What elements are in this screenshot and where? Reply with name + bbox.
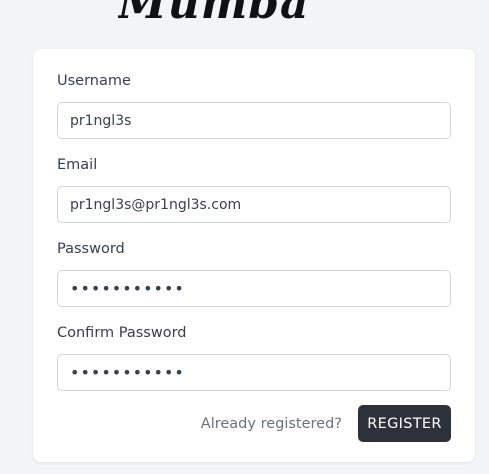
app-logo: Mumba (118, 0, 338, 24)
already-registered-link[interactable]: Already registered? (201, 416, 342, 432)
confirm-password-input[interactable] (57, 354, 451, 391)
confirm-password-label: Confirm Password (57, 325, 187, 341)
logo-text: Mumba (118, 0, 310, 24)
register-button[interactable]: REGISTER (358, 405, 451, 442)
password-label: Password (57, 241, 125, 257)
confirm-password-group: Confirm Password (57, 323, 451, 391)
password-group: Password (57, 239, 451, 307)
username-group: Username (57, 71, 451, 139)
form-actions: Already registered? REGISTER (201, 405, 451, 442)
password-input[interactable] (57, 270, 451, 307)
email-label: Email (57, 157, 98, 173)
username-input[interactable] (57, 102, 451, 139)
email-group: Email (57, 155, 451, 223)
username-label: Username (57, 73, 131, 89)
email-input[interactable] (57, 186, 451, 223)
register-card: Username Email Password Confirm Password… (33, 49, 475, 462)
